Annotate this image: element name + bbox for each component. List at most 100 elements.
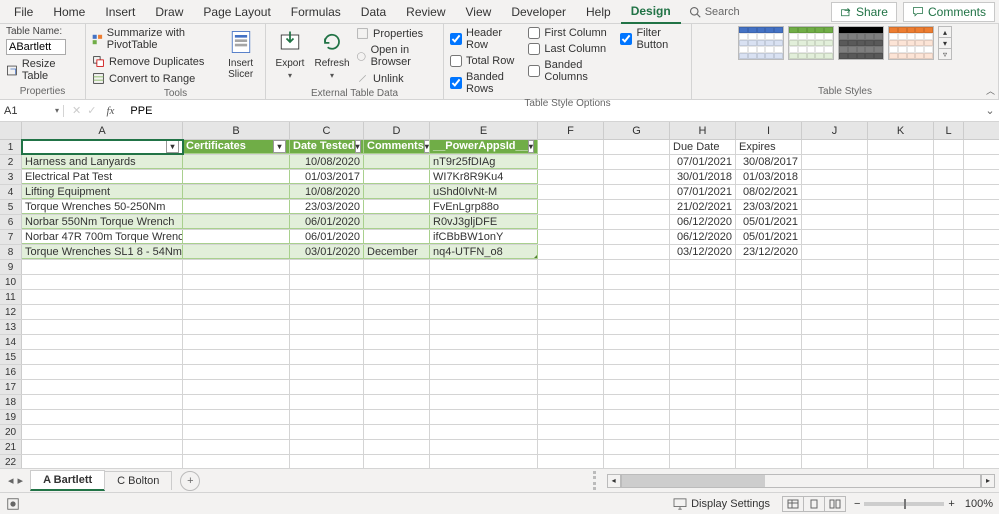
cell-K9[interactable]	[868, 260, 934, 274]
cell-I4[interactable]: 08/02/2021	[736, 185, 802, 199]
cell-G5[interactable]	[604, 200, 670, 214]
filter-dropdown[interactable]	[273, 140, 286, 153]
cell-D12[interactable]	[364, 305, 430, 319]
cell-C3[interactable]: 01/03/2017	[290, 170, 364, 184]
cell-C8[interactable]: 03/01/2020	[290, 245, 364, 259]
row-header[interactable]: 10	[0, 275, 22, 289]
cell-A6[interactable]: Norbar 550Nm Torque Wrench	[22, 215, 183, 229]
cell-I13[interactable]	[736, 320, 802, 334]
cell-K5[interactable]	[868, 200, 934, 214]
sheet-nav-next[interactable]: ▸	[18, 474, 24, 487]
cell-I2[interactable]: 30/08/2017	[736, 155, 802, 169]
cell-J10[interactable]	[802, 275, 868, 289]
cell-C16[interactable]	[290, 365, 364, 379]
tab-scroll-splitter[interactable]	[593, 471, 599, 490]
cell-I10[interactable]	[736, 275, 802, 289]
cell-B11[interactable]	[183, 290, 290, 304]
cell-L10[interactable]	[934, 275, 964, 289]
cell-I5[interactable]: 23/03/2021	[736, 200, 802, 214]
cell-C11[interactable]	[290, 290, 364, 304]
cell-B4[interactable]	[183, 185, 290, 199]
tab-view[interactable]: View	[456, 1, 502, 23]
cell-K2[interactable]	[868, 155, 934, 169]
cell-C10[interactable]	[290, 275, 364, 289]
cell-H10[interactable]	[670, 275, 736, 289]
filter-dropdown[interactable]	[528, 140, 534, 153]
cell-A18[interactable]	[22, 395, 183, 409]
filter-dropdown[interactable]	[424, 140, 430, 153]
cell-D11[interactable]	[364, 290, 430, 304]
style-thumb-orange[interactable]	[888, 26, 934, 60]
cell-B9[interactable]	[183, 260, 290, 274]
cell-L16[interactable]	[934, 365, 964, 379]
share-button[interactable]: Share	[831, 2, 897, 22]
cell-I9[interactable]	[736, 260, 802, 274]
cell-F16[interactable]	[538, 365, 604, 379]
tab-design[interactable]: Design	[621, 0, 681, 24]
cell-J9[interactable]	[802, 260, 868, 274]
cell-H2[interactable]: 07/01/2021	[670, 155, 736, 169]
cell-G18[interactable]	[604, 395, 670, 409]
row-header[interactable]: 4	[0, 185, 22, 199]
cell-L8[interactable]	[934, 245, 964, 259]
cell-L18[interactable]	[934, 395, 964, 409]
cell-F7[interactable]	[538, 230, 604, 244]
row-header[interactable]: 8	[0, 245, 22, 259]
cell-I19[interactable]	[736, 410, 802, 424]
cell-G13[interactable]	[604, 320, 670, 334]
cell-F15[interactable]	[538, 350, 604, 364]
style-thumb-green[interactable]	[788, 26, 834, 60]
col-header-B[interactable]: B	[183, 122, 290, 139]
cell-A13[interactable]	[22, 320, 183, 334]
export-button[interactable]: Export▾	[272, 26, 308, 80]
cell-L22[interactable]	[934, 455, 964, 468]
cell-K11[interactable]	[868, 290, 934, 304]
cell-D1[interactable]: Comments	[364, 140, 430, 154]
cell-K18[interactable]	[868, 395, 934, 409]
row-header[interactable]: 12	[0, 305, 22, 319]
cell-A1[interactable]: PPE	[22, 140, 183, 154]
cell-F11[interactable]	[538, 290, 604, 304]
cell-I17[interactable]	[736, 380, 802, 394]
cell-B16[interactable]	[183, 365, 290, 379]
tab-developer[interactable]: Developer	[501, 1, 576, 23]
cell-F6[interactable]	[538, 215, 604, 229]
cell-H21[interactable]	[670, 440, 736, 454]
cell-A4[interactable]: Lifting Equipment	[22, 185, 183, 199]
cell-H14[interactable]	[670, 335, 736, 349]
cell-B13[interactable]	[183, 320, 290, 334]
cell-A20[interactable]	[22, 425, 183, 439]
tab-review[interactable]: Review	[396, 1, 455, 23]
cell-F19[interactable]	[538, 410, 604, 424]
cell-F5[interactable]	[538, 200, 604, 214]
cell-D19[interactable]	[364, 410, 430, 424]
cell-I12[interactable]	[736, 305, 802, 319]
expand-formula-bar[interactable]: ⌄	[981, 104, 999, 117]
cell-A2[interactable]: Harness and Lanyards	[22, 155, 183, 169]
col-header-J[interactable]: J	[802, 122, 868, 139]
cell-B10[interactable]	[183, 275, 290, 289]
sheet-tab-other[interactable]: C Bolton	[104, 471, 172, 490]
tell-me-search[interactable]: Search	[681, 6, 748, 18]
cell-H5[interactable]: 21/02/2021	[670, 200, 736, 214]
cell-J21[interactable]	[802, 440, 868, 454]
cell-J20[interactable]	[802, 425, 868, 439]
cell-H17[interactable]	[670, 380, 736, 394]
chk-filter-button[interactable]: Filter Button	[620, 26, 685, 52]
cell-E6[interactable]: R0vJ3gljDFE	[430, 215, 538, 229]
worksheet-grid[interactable]: A B C D E F G H I J K L 1PPECertificates…	[0, 122, 999, 468]
cell-K3[interactable]	[868, 170, 934, 184]
name-box[interactable]: A1▾	[0, 105, 64, 117]
cell-D15[interactable]	[364, 350, 430, 364]
tab-home[interactable]: Home	[43, 1, 95, 23]
resize-table-button[interactable]: Resize Table	[6, 57, 79, 83]
cell-F10[interactable]	[538, 275, 604, 289]
tab-insert[interactable]: Insert	[95, 1, 145, 23]
cell-D5[interactable]	[364, 200, 430, 214]
chk-total-row[interactable]: Total Row	[450, 54, 522, 68]
cell-J4[interactable]	[802, 185, 868, 199]
cell-H1[interactable]: Due Date	[670, 140, 736, 154]
cell-I3[interactable]: 01/03/2018	[736, 170, 802, 184]
cell-A21[interactable]	[22, 440, 183, 454]
cell-B14[interactable]	[183, 335, 290, 349]
